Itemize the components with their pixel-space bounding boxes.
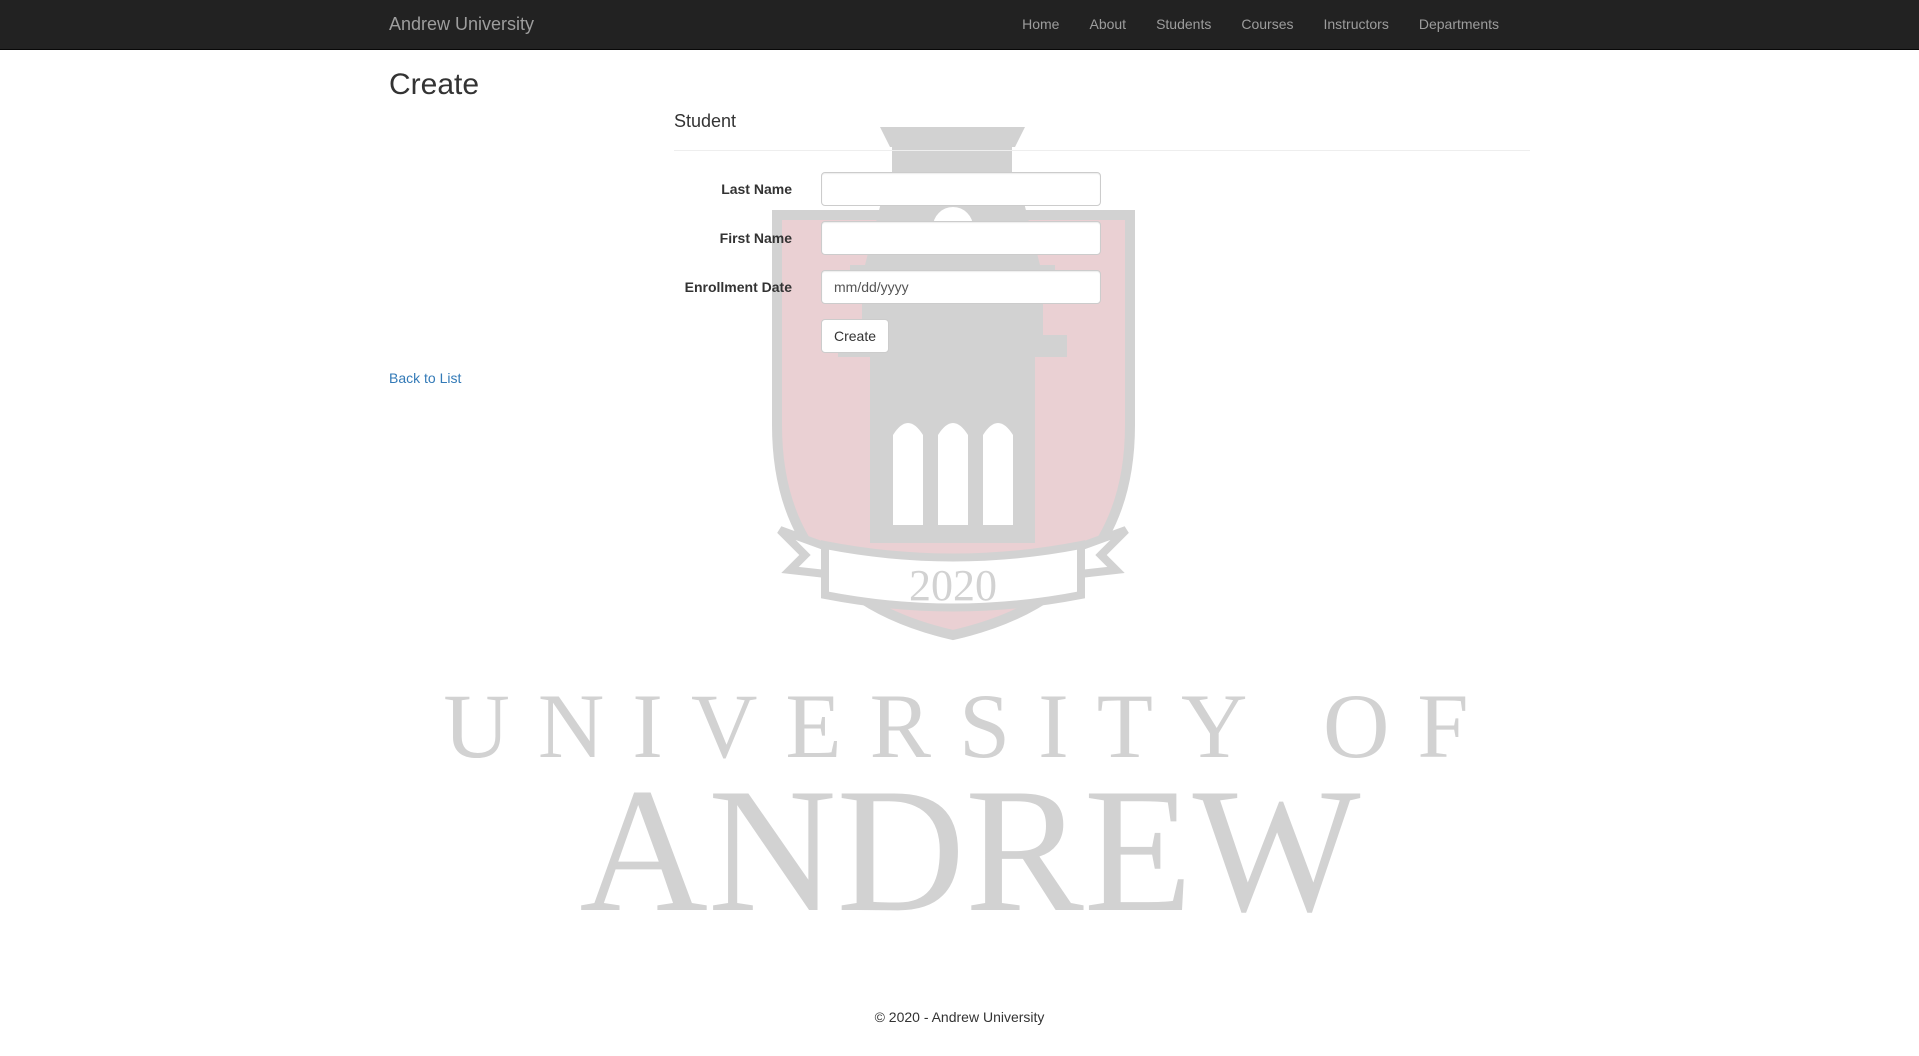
footer-copyright: © 2020 - Andrew University xyxy=(874,1009,1045,1025)
enrollment-date-input[interactable] xyxy=(821,270,1101,304)
top-navbar: Andrew University Home About Students Co… xyxy=(0,0,1919,50)
tower-base xyxy=(870,357,1035,543)
watermark-line1: UNIVERSITY OF xyxy=(443,675,1496,777)
tower-cap xyxy=(880,127,1025,147)
nav-instructors[interactable]: Instructors xyxy=(1308,0,1403,49)
nav-about[interactable]: About xyxy=(1074,0,1141,49)
nav-home[interactable]: Home xyxy=(1007,0,1074,49)
arch-right xyxy=(983,423,1013,525)
ribbon-left-tail xyxy=(777,526,839,580)
enrollment-date-label: Enrollment Date xyxy=(684,279,792,295)
nav-courses[interactable]: Courses xyxy=(1226,0,1308,49)
form-section-title: Student xyxy=(674,111,737,131)
watermark-line2: ANDREW xyxy=(579,751,1360,935)
nav-students[interactable]: Students xyxy=(1141,0,1226,49)
arch-middle xyxy=(938,423,968,525)
last-name-input[interactable] xyxy=(821,172,1101,206)
main-nav: Home About Students Courses Instructors … xyxy=(1007,0,1514,49)
last-name-label: Last Name xyxy=(721,181,792,197)
arch-left xyxy=(893,423,923,525)
form-divider xyxy=(674,150,1530,151)
create-button[interactable]: Create xyxy=(821,319,890,353)
first-name-input[interactable] xyxy=(821,221,1101,255)
nav-departments[interactable]: Departments xyxy=(1404,0,1514,49)
page-title: Create xyxy=(389,68,480,101)
ribbon-banner xyxy=(821,540,1085,612)
first-name-label: First Name xyxy=(719,230,792,246)
ribbon-right-tail xyxy=(1067,526,1129,580)
watermark-year: 2020 xyxy=(909,561,997,610)
brand-link[interactable]: Andrew University xyxy=(389,14,534,34)
back-to-list-link[interactable]: Back to List xyxy=(389,368,461,388)
